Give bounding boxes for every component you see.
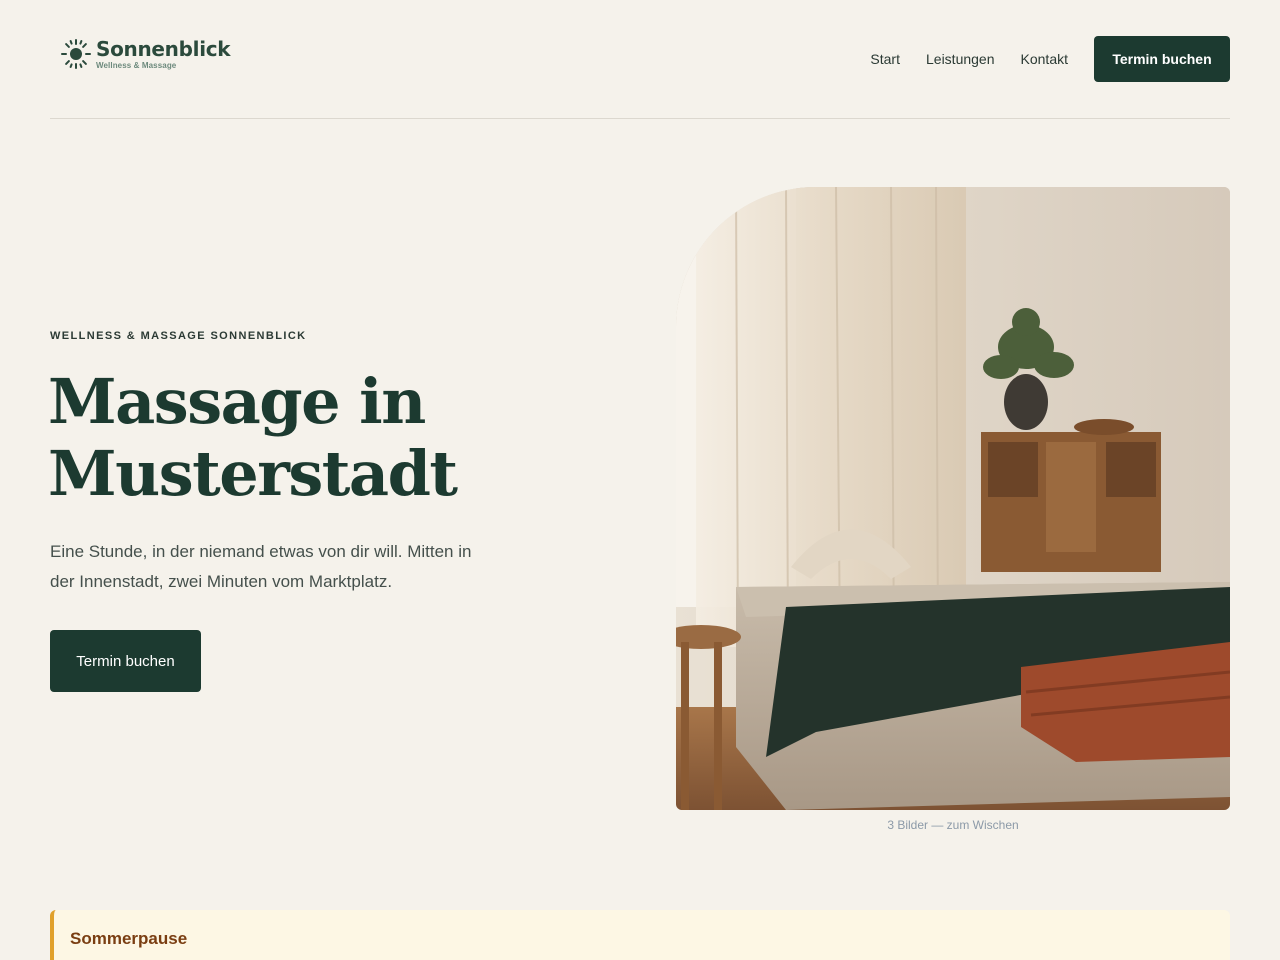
hero-title-line-1: Massage in [48, 365, 426, 438]
site-header: Sonnenblick Wellness & Massage Start Lei… [50, 0, 1230, 119]
notice-title: Sommerpause [70, 929, 188, 948]
main-nav: Start Leistungen Kontakt Termin buchen [870, 36, 1230, 82]
hero-book-button[interactable]: Termin buchen [50, 630, 201, 692]
gallery-caption: 3 Bilder — zum Wischen [887, 818, 1019, 832]
hero-title-line-2: Musterstadt [48, 437, 458, 510]
hero-description: Eine Stunde, in der niemand etwas von di… [50, 542, 472, 591]
hero-title: Massage in Musterstadt [48, 366, 568, 510]
logo[interactable]: Sonnenblick Wellness & Massage [60, 37, 231, 70]
summer-break-notice: Sommerpause [50, 910, 1230, 960]
nav-link-leistungen[interactable]: Leistungen [926, 51, 995, 67]
header-book-button[interactable]: Termin buchen [1094, 36, 1230, 82]
nav-link-start[interactable]: Start [870, 51, 900, 67]
nav-link-kontakt[interactable]: Kontakt [1021, 51, 1068, 67]
page: Sonnenblick Wellness & Massage Start Lei… [0, 0, 1280, 960]
brand-tagline: Wellness & Massage [96, 61, 177, 70]
hero-gallery-image[interactable] [676, 187, 1230, 810]
brand-name: Sonnenblick [96, 37, 231, 61]
sun-icon [61, 39, 91, 69]
hero-eyebrow: WELLNESS & MASSAGE SONNENBLICK [50, 330, 307, 342]
massage-room-illustration [676, 187, 1230, 810]
